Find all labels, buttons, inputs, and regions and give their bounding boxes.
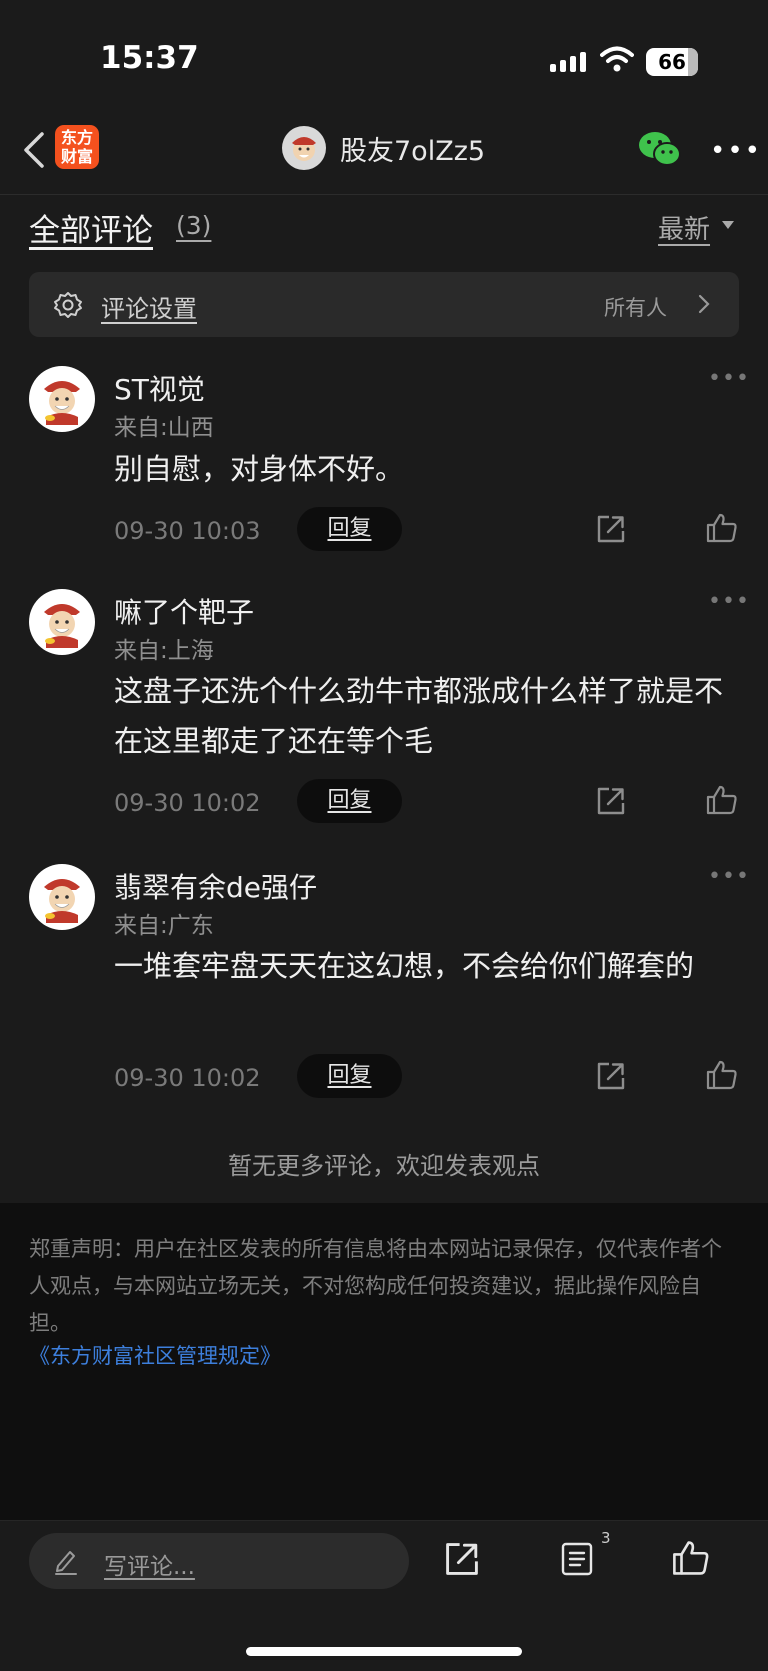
commenter-location: 来自:上海: [114, 638, 214, 664]
navigation-bar: 东方 财富 股友7olZz5 •••: [0, 110, 768, 195]
like-thumb-icon[interactable]: [706, 1059, 738, 1091]
sort-dropdown[interactable]: 最新: [658, 209, 710, 246]
fortune-god-avatar-icon: [44, 879, 80, 923]
author-name[interactable]: 股友7olZz5: [340, 129, 485, 168]
wechat-share-icon[interactable]: [638, 130, 682, 168]
home-indicator[interactable]: [246, 1647, 522, 1656]
commenter-name[interactable]: 嘛了个靶子: [114, 591, 254, 631]
comment-settings-row[interactable]: 评论设置 所有人: [29, 272, 739, 337]
wifi-icon: [600, 46, 634, 72]
comment-time: 09-30 10:03: [114, 517, 261, 545]
caret-down-icon[interactable]: [722, 221, 734, 229]
disclaimer-section: 郑重声明：用户在社区发表的所有信息将由本网站记录保存，仅代表作者个人观点，与本网…: [0, 1203, 768, 1520]
community-rules-link[interactable]: 《东方财富社区管理规定》: [29, 1340, 281, 1370]
comment-more-icon[interactable]: •••: [708, 589, 750, 614]
reply-button[interactable]: 回复: [297, 779, 402, 823]
logo-line-2: 财富: [60, 147, 93, 166]
comments-header: 全部评论 (3) 最新: [0, 195, 768, 260]
comment-settings-label: 评论设置: [101, 295, 197, 323]
status-bar: 15:37 66: [0, 0, 768, 110]
share-icon[interactable]: [596, 786, 626, 816]
comment-time: 09-30 10:02: [114, 789, 261, 817]
back-arrow-icon[interactable]: [16, 128, 56, 172]
comment-text: 一堆套牢盘天天在这幻想，不会给你们解套的: [114, 949, 695, 983]
chevron-right-icon: [698, 294, 710, 314]
commenter-location: 来自:广东: [114, 913, 214, 939]
comment-text: 别自慰，对身体不好。: [114, 452, 405, 486]
fortune-god-avatar-icon: [292, 137, 316, 161]
author-header[interactable]: 股友7olZz5: [282, 126, 485, 170]
write-comment-input[interactable]: 写评论...: [29, 1533, 409, 1589]
commenter-name[interactable]: ST视觉: [114, 368, 205, 408]
share-icon[interactable]: [596, 514, 626, 544]
status-time: 15:37: [100, 40, 199, 76]
more-options-icon[interactable]: •••: [710, 136, 762, 166]
commenter-location: 来自:山西: [114, 415, 214, 441]
comment-more-icon[interactable]: •••: [708, 366, 750, 391]
battery-level: 66: [658, 50, 686, 74]
reply-button[interactable]: 回复: [297, 1054, 402, 1098]
app-logo[interactable]: 东方 财富: [55, 125, 99, 169]
fortune-god-avatar-icon: [44, 381, 80, 425]
comment-more-icon[interactable]: •••: [708, 864, 750, 889]
comments-count: (3): [176, 211, 212, 240]
commenter-avatar[interactable]: [29, 589, 95, 655]
logo-line-1: 东方: [60, 128, 93, 147]
comments-list-icon[interactable]: [560, 1541, 594, 1577]
like-thumb-icon[interactable]: [672, 1539, 710, 1577]
commenter-name[interactable]: 翡翠有余de强仔: [114, 866, 317, 906]
comment-time: 09-30 10:02: [114, 1064, 261, 1092]
commenter-avatar[interactable]: [29, 366, 95, 432]
comment-count-badge: 3: [601, 1529, 611, 1547]
comments-title: 全部评论: [29, 213, 153, 249]
comment-permission-value: 所有人: [604, 296, 667, 320]
share-icon[interactable]: [596, 1061, 626, 1091]
like-thumb-icon[interactable]: [706, 512, 738, 544]
write-comment-placeholder: 写评论...: [104, 1554, 195, 1580]
author-avatar[interactable]: [282, 126, 326, 170]
bottom-action-bar: 写评论... 3: [0, 1520, 768, 1671]
no-more-comments: 暂无更多评论，欢迎发表观点: [228, 1152, 540, 1180]
gear-icon: [54, 292, 82, 318]
pen-icon: [55, 1551, 77, 1575]
battery-icon: 66: [646, 48, 698, 76]
commenter-avatar[interactable]: [29, 864, 95, 930]
reply-button[interactable]: 回复: [297, 507, 402, 551]
disclaimer-text: 郑重声明：用户在社区发表的所有信息将由本网站记录保存，仅代表作者个人观点，与本网…: [29, 1237, 722, 1335]
fortune-god-avatar-icon: [44, 604, 80, 648]
comment-text: 这盘子还洗个什么劲牛市都涨成什么样了就是不在这里都走了还在等个毛: [114, 674, 724, 758]
cellular-signal-icon: [550, 52, 586, 72]
share-icon[interactable]: [444, 1541, 480, 1577]
like-thumb-icon[interactable]: [706, 784, 738, 816]
